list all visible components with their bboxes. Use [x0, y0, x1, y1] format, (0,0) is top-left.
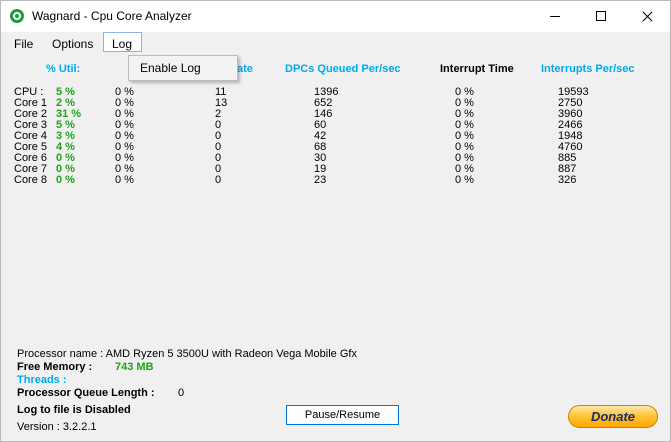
enable-log-menu-item[interactable]: Enable Log: [140, 61, 201, 75]
title-bar[interactable]: Wagnard - Cpu Core Analyzer: [1, 1, 670, 32]
processor-name: Processor name : AMD Ryzen 5 3500U with …: [17, 348, 357, 360]
core-util: 0 %: [56, 174, 75, 186]
menu-log[interactable]: Log: [103, 32, 142, 52]
header-dpcs-queued: DPCs Queued Per/sec: [285, 63, 401, 75]
menu-file[interactable]: File: [10, 35, 37, 53]
app-icon: [10, 9, 24, 23]
free-memory-value: 743 MB: [115, 361, 154, 373]
core-value-a: 0 %: [115, 174, 134, 186]
menu-options[interactable]: Options: [48, 35, 97, 53]
header-interrupt-time: Interrupt Time: [440, 63, 514, 75]
processor-queue-length-label: Processor Queue Length :: [17, 387, 155, 399]
header-interrupts: Interrupts Per/sec: [541, 63, 635, 75]
free-memory-label: Free Memory :: [17, 361, 93, 373]
pause-resume-button[interactable]: Pause/Resume: [286, 405, 399, 425]
maximize-icon[interactable]: [578, 1, 624, 32]
menu-bar: File Options Log: [1, 32, 670, 55]
log-dropdown-menu: Enable Log: [128, 55, 238, 81]
header-util: % Util:: [46, 63, 81, 75]
close-icon[interactable]: [624, 1, 670, 32]
minimize-icon[interactable]: [532, 1, 578, 32]
core-interrupts: 326: [558, 174, 577, 186]
log-status: Log to file is Disabled: [17, 404, 131, 416]
threads-label: Threads :: [17, 374, 67, 386]
core-value-b: 0: [215, 174, 222, 186]
processor-queue-length-value: 0: [178, 387, 185, 399]
core-dpcs-queued: 23: [314, 174, 327, 186]
core-label: Core 8: [14, 174, 48, 186]
donate-button[interactable]: Donate: [568, 405, 658, 428]
main-window: Wagnard - Cpu Core Analyzer File Options…: [0, 0, 671, 442]
header-rate-partial: ate: [237, 63, 253, 75]
core-interrupt-time: 0 %: [455, 174, 474, 186]
window-title: Wagnard - Cpu Core Analyzer: [32, 9, 192, 23]
version: Version : 3.2.2.1: [17, 421, 97, 433]
